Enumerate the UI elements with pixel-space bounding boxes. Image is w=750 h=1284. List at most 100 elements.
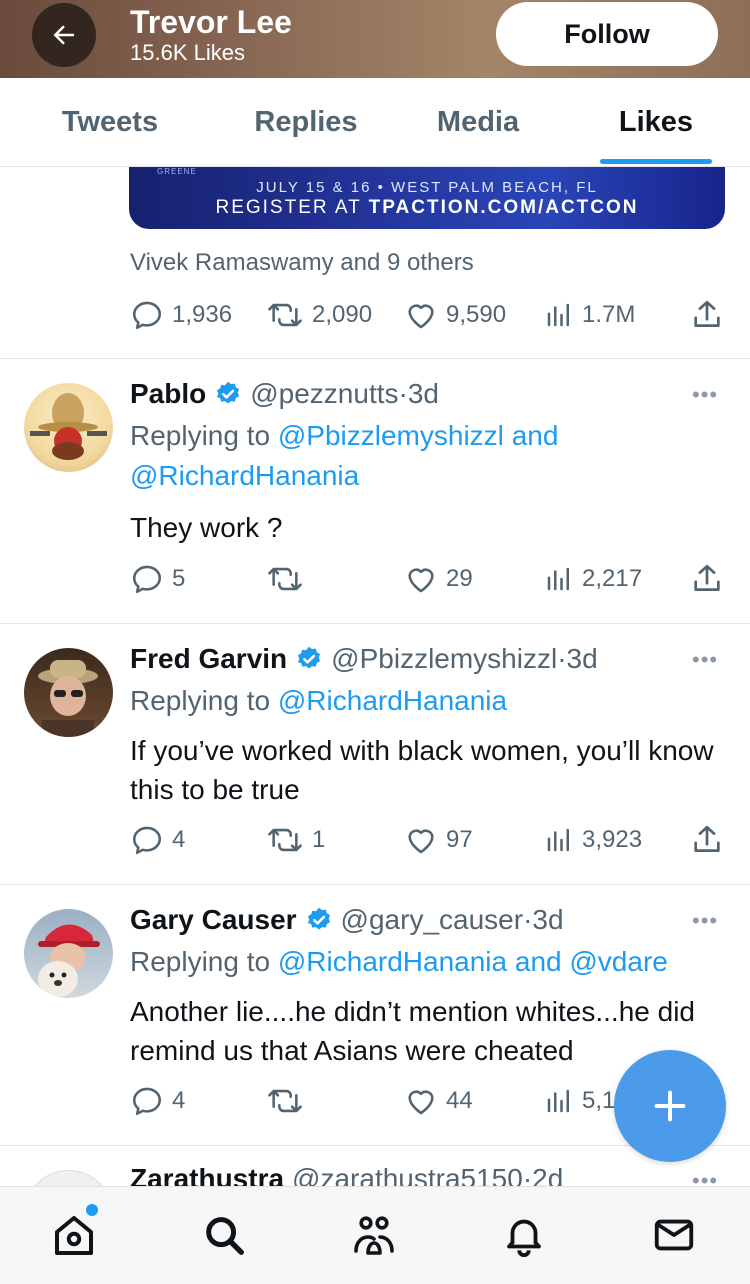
heart-icon bbox=[408, 829, 434, 854]
retweet-icon bbox=[268, 567, 302, 591]
avatar[interactable] bbox=[24, 648, 113, 737]
bottom-navigation bbox=[0, 1186, 750, 1284]
like-count: 44 bbox=[446, 1087, 473, 1114]
tweet-time[interactable]: 3d bbox=[408, 378, 439, 410]
analytics-icon bbox=[547, 567, 569, 591]
verified-badge-icon bbox=[307, 907, 330, 930]
verified-badge-icon bbox=[217, 381, 240, 404]
like-button[interactable]: 44 bbox=[404, 1084, 473, 1118]
reply-button[interactable]: 4 bbox=[130, 1084, 185, 1118]
banner-event-dates: JULY 15 & 16 • WEST PALM BEACH, FL bbox=[256, 179, 598, 196]
banner-register-line: REGISTER AT TPACTION.COM/ACTCON bbox=[129, 197, 725, 219]
tweet-author-line: Fred Garvin @Pbizzlemyshizzl · 3d bbox=[130, 643, 598, 675]
more-options-button[interactable]: ••• bbox=[692, 647, 718, 673]
share-button[interactable] bbox=[690, 823, 724, 857]
tab-media[interactable]: Media bbox=[388, 78, 568, 167]
reply-icon bbox=[132, 826, 162, 855]
share-button[interactable] bbox=[690, 562, 724, 596]
author-name[interactable]: Pablo bbox=[130, 378, 206, 410]
retweet-count: 2,090 bbox=[312, 301, 373, 328]
views-count: 5,1 bbox=[582, 1087, 616, 1114]
home-icon bbox=[55, 1216, 93, 1255]
nav-notifications[interactable] bbox=[496, 1207, 552, 1263]
mail-icon bbox=[654, 1219, 694, 1251]
views-button[interactable]: 2,217 bbox=[544, 562, 642, 596]
back-button[interactable] bbox=[32, 3, 96, 67]
nav-search[interactable] bbox=[196, 1207, 252, 1263]
tab-replies[interactable]: Replies bbox=[216, 78, 396, 167]
analytics-icon bbox=[547, 1089, 569, 1113]
nav-communities[interactable] bbox=[346, 1207, 402, 1263]
search-icon bbox=[206, 1217, 244, 1255]
replying-prefix: Replying to bbox=[130, 946, 271, 977]
reply-button[interactable]: 4 bbox=[130, 823, 185, 857]
like-button[interactable]: 97 bbox=[404, 823, 473, 857]
author-handle[interactable]: @gary_causer bbox=[341, 904, 524, 936]
mention-link[interactable]: @RichardHanania bbox=[278, 685, 507, 716]
profile-likes-count: 15.6K Likes bbox=[130, 40, 245, 65]
like-count: 29 bbox=[446, 565, 473, 592]
follow-button[interactable]: Follow bbox=[496, 2, 718, 66]
views-button[interactable]: 1.7M bbox=[544, 298, 635, 332]
tweet-text: They work ? bbox=[130, 512, 283, 543]
bell-icon bbox=[507, 1219, 541, 1257]
like-button[interactable]: 29 bbox=[404, 562, 473, 596]
views-button[interactable]: 5,1 bbox=[544, 1084, 615, 1118]
profile-tabs: Tweets Replies Media Likes bbox=[0, 78, 750, 167]
reply-button[interactable]: 1,936 bbox=[130, 298, 232, 332]
tweet-time[interactable]: 3d bbox=[532, 904, 563, 936]
tab-likes[interactable]: Likes bbox=[566, 78, 746, 167]
like-button[interactable]: 9,590 bbox=[404, 298, 506, 332]
mention-link[interactable]: @Pbizzlemyshizzl bbox=[278, 420, 504, 451]
mention-link[interactable]: @RichardHanania bbox=[278, 946, 507, 977]
tweet-divider bbox=[0, 358, 750, 359]
reply-button[interactable]: 5 bbox=[130, 562, 185, 596]
analytics-icon bbox=[547, 828, 569, 852]
separator-dot: · bbox=[523, 904, 533, 935]
views-button[interactable]: 3,923 bbox=[544, 823, 642, 857]
person-avatar-image bbox=[38, 660, 98, 737]
tweet-divider bbox=[0, 884, 750, 885]
avatar[interactable] bbox=[24, 909, 113, 998]
author-name[interactable]: Gary Causer bbox=[130, 904, 297, 936]
retweet-button[interactable]: 1 bbox=[266, 823, 325, 857]
heart-icon bbox=[408, 304, 434, 329]
compose-tweet-button[interactable] bbox=[614, 1050, 726, 1162]
mention-link[interactable]: @RichardHanania bbox=[130, 460, 359, 491]
verified-badge-icon bbox=[298, 646, 321, 669]
profile-name: Trevor Lee bbox=[130, 4, 292, 40]
separator-dot: · bbox=[557, 643, 567, 674]
mention-joiner: and bbox=[511, 420, 559, 451]
separator-dot: · bbox=[398, 378, 408, 409]
share-icon bbox=[694, 300, 720, 327]
profile-header: Trevor Lee 15.6K Likes Follow bbox=[0, 0, 750, 78]
communities-icon bbox=[354, 1216, 394, 1255]
replying-prefix: Replying to bbox=[130, 685, 271, 716]
banner-register-prefix: REGISTER AT bbox=[215, 197, 362, 218]
mention-link[interactable]: @vdare bbox=[569, 946, 667, 977]
views-count: 3,923 bbox=[582, 826, 643, 853]
retweet-icon bbox=[268, 303, 302, 327]
active-tab-indicator bbox=[600, 159, 712, 164]
retweet-button[interactable] bbox=[266, 562, 312, 596]
nav-messages[interactable] bbox=[646, 1207, 702, 1263]
replying-to-line: Replying to @RichardHanania bbox=[130, 681, 507, 721]
avatar[interactable] bbox=[24, 383, 113, 472]
share-button[interactable] bbox=[690, 298, 724, 332]
reply-icon bbox=[132, 1087, 162, 1116]
more-options-button[interactable]: ••• bbox=[692, 908, 718, 934]
author-handle[interactable]: @Pbizzlemyshizzl bbox=[331, 643, 557, 675]
liked-by-text[interactable]: Vivek Ramaswamy and 9 others bbox=[130, 249, 474, 277]
tweet-media-banner[interactable]: GREENE JULY 15 & 16 • WEST PALM BEACH, F… bbox=[129, 167, 725, 229]
retweet-button[interactable] bbox=[266, 1084, 312, 1118]
reply-count: 4 bbox=[172, 1087, 186, 1114]
mention-joiner: and bbox=[514, 946, 562, 977]
tab-tweets[interactable]: Tweets bbox=[20, 78, 200, 167]
author-name[interactable]: Fred Garvin bbox=[130, 643, 287, 675]
tweet-time[interactable]: 3d bbox=[567, 643, 598, 675]
replying-to-line: Replying to @Pbizzlemyshizzl and bbox=[130, 416, 558, 456]
author-handle[interactable]: @pezznutts bbox=[250, 378, 398, 410]
heart-icon bbox=[408, 568, 434, 593]
retweet-button[interactable]: 2,090 bbox=[266, 298, 372, 332]
more-options-button[interactable]: ••• bbox=[692, 382, 718, 408]
